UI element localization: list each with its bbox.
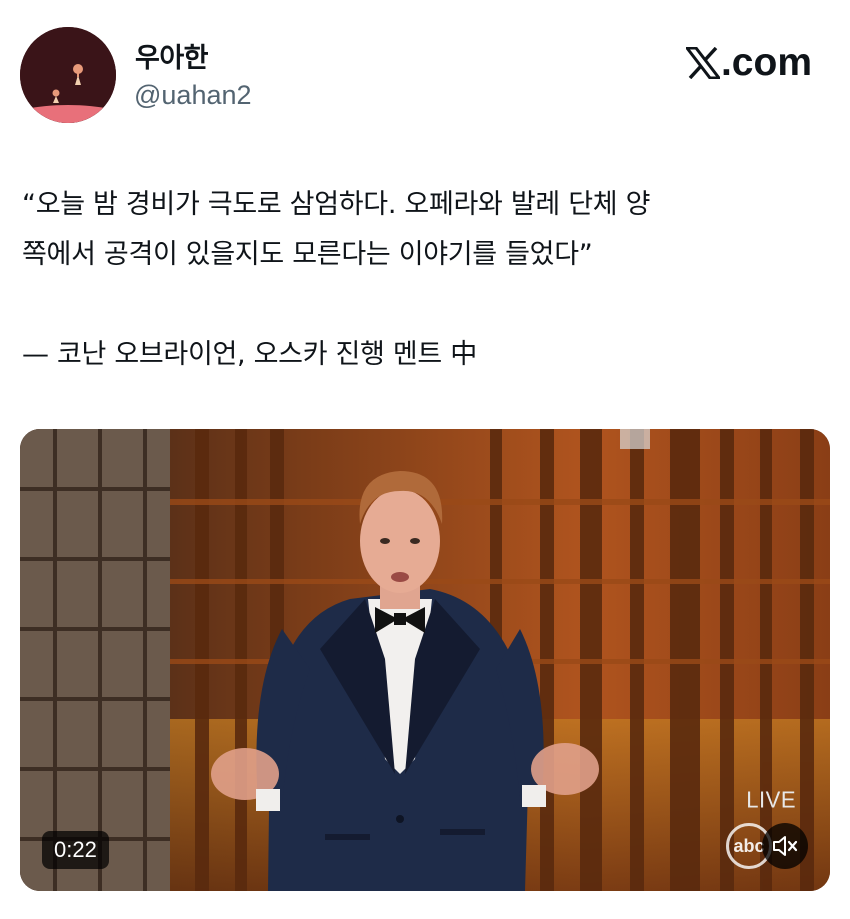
video-frame [20,429,830,891]
x-com-brand: .com [685,41,812,85]
tweet-quote-line-2: 쪽에서 공격이 있을지도 모른다는 이야기를 들었다” [22,239,593,270]
display-name[interactable]: 우아한 [135,36,209,75]
x-logo-icon [685,47,720,79]
speaker-muted-icon [773,836,798,856]
live-badge: LIVE [746,786,796,813]
video-duration-badge: 0:22 [42,831,109,869]
tweet-quote-line-1: “오늘 밤 경비가 극도로 삼엄하다. 오페라와 발레 단체 양 [22,189,651,220]
tweet-attribution: — 코난 오브라이언, 오스카 진행 멘트 中 [22,339,477,370]
mute-button[interactable] [762,823,808,869]
user-handle[interactable]: @uahan2 [134,80,252,111]
avatar[interactable] [20,27,116,123]
tweet-text: “오늘 밤 경비가 극도로 삼엄하다. 오페라와 발레 단체 양 쪽에서 공격이… [22,180,822,380]
video-player[interactable]: 0:22 LIVE abc [20,429,830,891]
brand-domain: .com [720,41,812,84]
avatar-illustration [20,27,116,123]
